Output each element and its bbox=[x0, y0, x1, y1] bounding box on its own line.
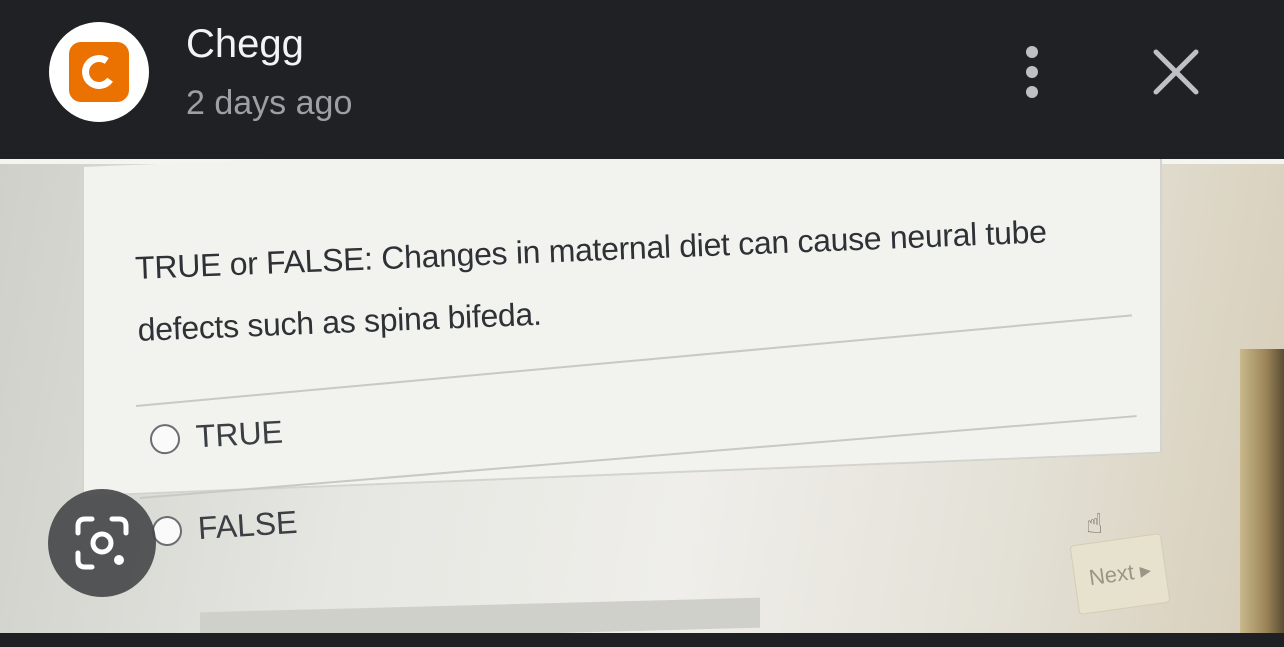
close-button[interactable] bbox=[1146, 42, 1206, 102]
more-vert-icon bbox=[1026, 46, 1038, 58]
quiz-next-button: Next ▸ bbox=[1069, 532, 1171, 616]
timestamp: 2 days ago bbox=[186, 84, 353, 122]
search-result-image[interactable]: TRUE or FALSE: Changes in maternal diet … bbox=[0, 159, 1284, 633]
quiz-option-true: TRUE bbox=[149, 414, 284, 458]
source-name[interactable]: Chegg bbox=[186, 22, 304, 67]
chegg-logo-icon bbox=[69, 42, 129, 102]
quiz-option-false: FALSE bbox=[151, 504, 299, 550]
hand-cursor-icon: ☝ bbox=[1086, 508, 1104, 539]
google-lens-button[interactable] bbox=[48, 489, 156, 597]
viewer-header: Chegg 2 days ago bbox=[0, 0, 1284, 150]
google-lens-icon bbox=[75, 516, 129, 570]
more-options-button[interactable] bbox=[1004, 40, 1060, 104]
option-label: FALSE bbox=[196, 503, 299, 547]
close-icon bbox=[1153, 49, 1199, 95]
bottom-bar bbox=[0, 633, 1284, 647]
background-object bbox=[1240, 349, 1284, 633]
option-label: TRUE bbox=[194, 413, 284, 455]
source-avatar[interactable] bbox=[49, 22, 149, 122]
photo-bottom-edge bbox=[200, 597, 760, 633]
radio-unchecked-icon bbox=[149, 422, 181, 455]
